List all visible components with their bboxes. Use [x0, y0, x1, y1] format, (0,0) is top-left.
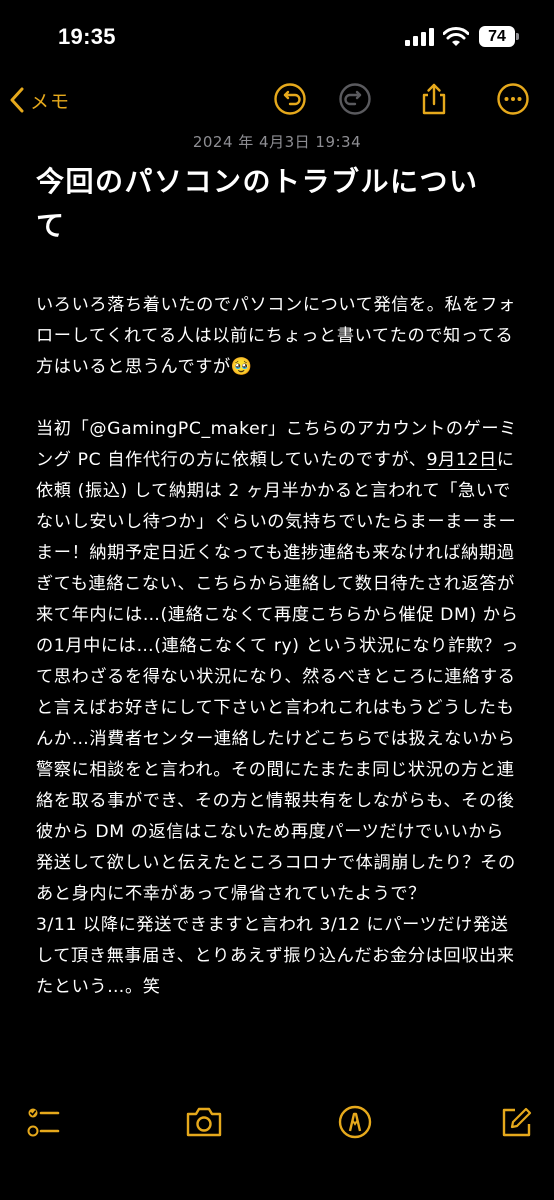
checklist-icon[interactable]: [26, 1104, 62, 1140]
wifi-icon: [442, 27, 470, 51]
share-icon[interactable]: [417, 82, 451, 116]
cellular-signal-icon: [405, 28, 435, 50]
compose-icon[interactable]: [498, 1104, 534, 1140]
note-body[interactable]: いろいろ落ち着いたのでパソコンについて発信を。私をフォローしてくれてる人は以前に…: [36, 290, 520, 1003]
redo-icon[interactable]: [338, 82, 372, 116]
status-bar: 19:35 74: [0, 0, 554, 70]
note-paragraph: 当初「@GamingPC_maker」こちらのアカウントのゲーミング PC 自作…: [36, 414, 520, 910]
date-link[interactable]: 9月12日: [427, 450, 497, 470]
battery-icon: 74: [479, 26, 515, 47]
markup-pen-icon[interactable]: [337, 1104, 373, 1140]
back-label: メモ: [30, 90, 71, 113]
bottom-toolbar: [0, 1085, 554, 1200]
back-button[interactable]: メモ: [10, 82, 70, 118]
note-paragraph: いろいろ落ち着いたのでパソコンについて発信を。私をフォローしてくれてる人は以前に…: [36, 295, 516, 377]
note-date: 2024 年 4月3日 19:34: [192, 133, 362, 151]
more-icon[interactable]: [496, 82, 530, 116]
chevron-left-icon: [10, 87, 24, 113]
note-paragraph: 3/11 以降に発送できますと言われ 3/12 にパーツだけ発送して頂き無事届き…: [36, 915, 515, 997]
camera-icon[interactable]: [184, 1104, 222, 1140]
paragraph-text: に依頼 (振込) して納期は 2 ヶ月半かかると言われて「急いでないし安いし待つ…: [36, 450, 520, 904]
battery-nub: [516, 33, 519, 40]
navigation-bar: メモ: [0, 70, 554, 130]
status-time: 19:35: [58, 24, 116, 49]
note-title[interactable]: 今回のパソコンのトラブルについて: [36, 160, 506, 248]
undo-icon[interactable]: [273, 82, 307, 116]
